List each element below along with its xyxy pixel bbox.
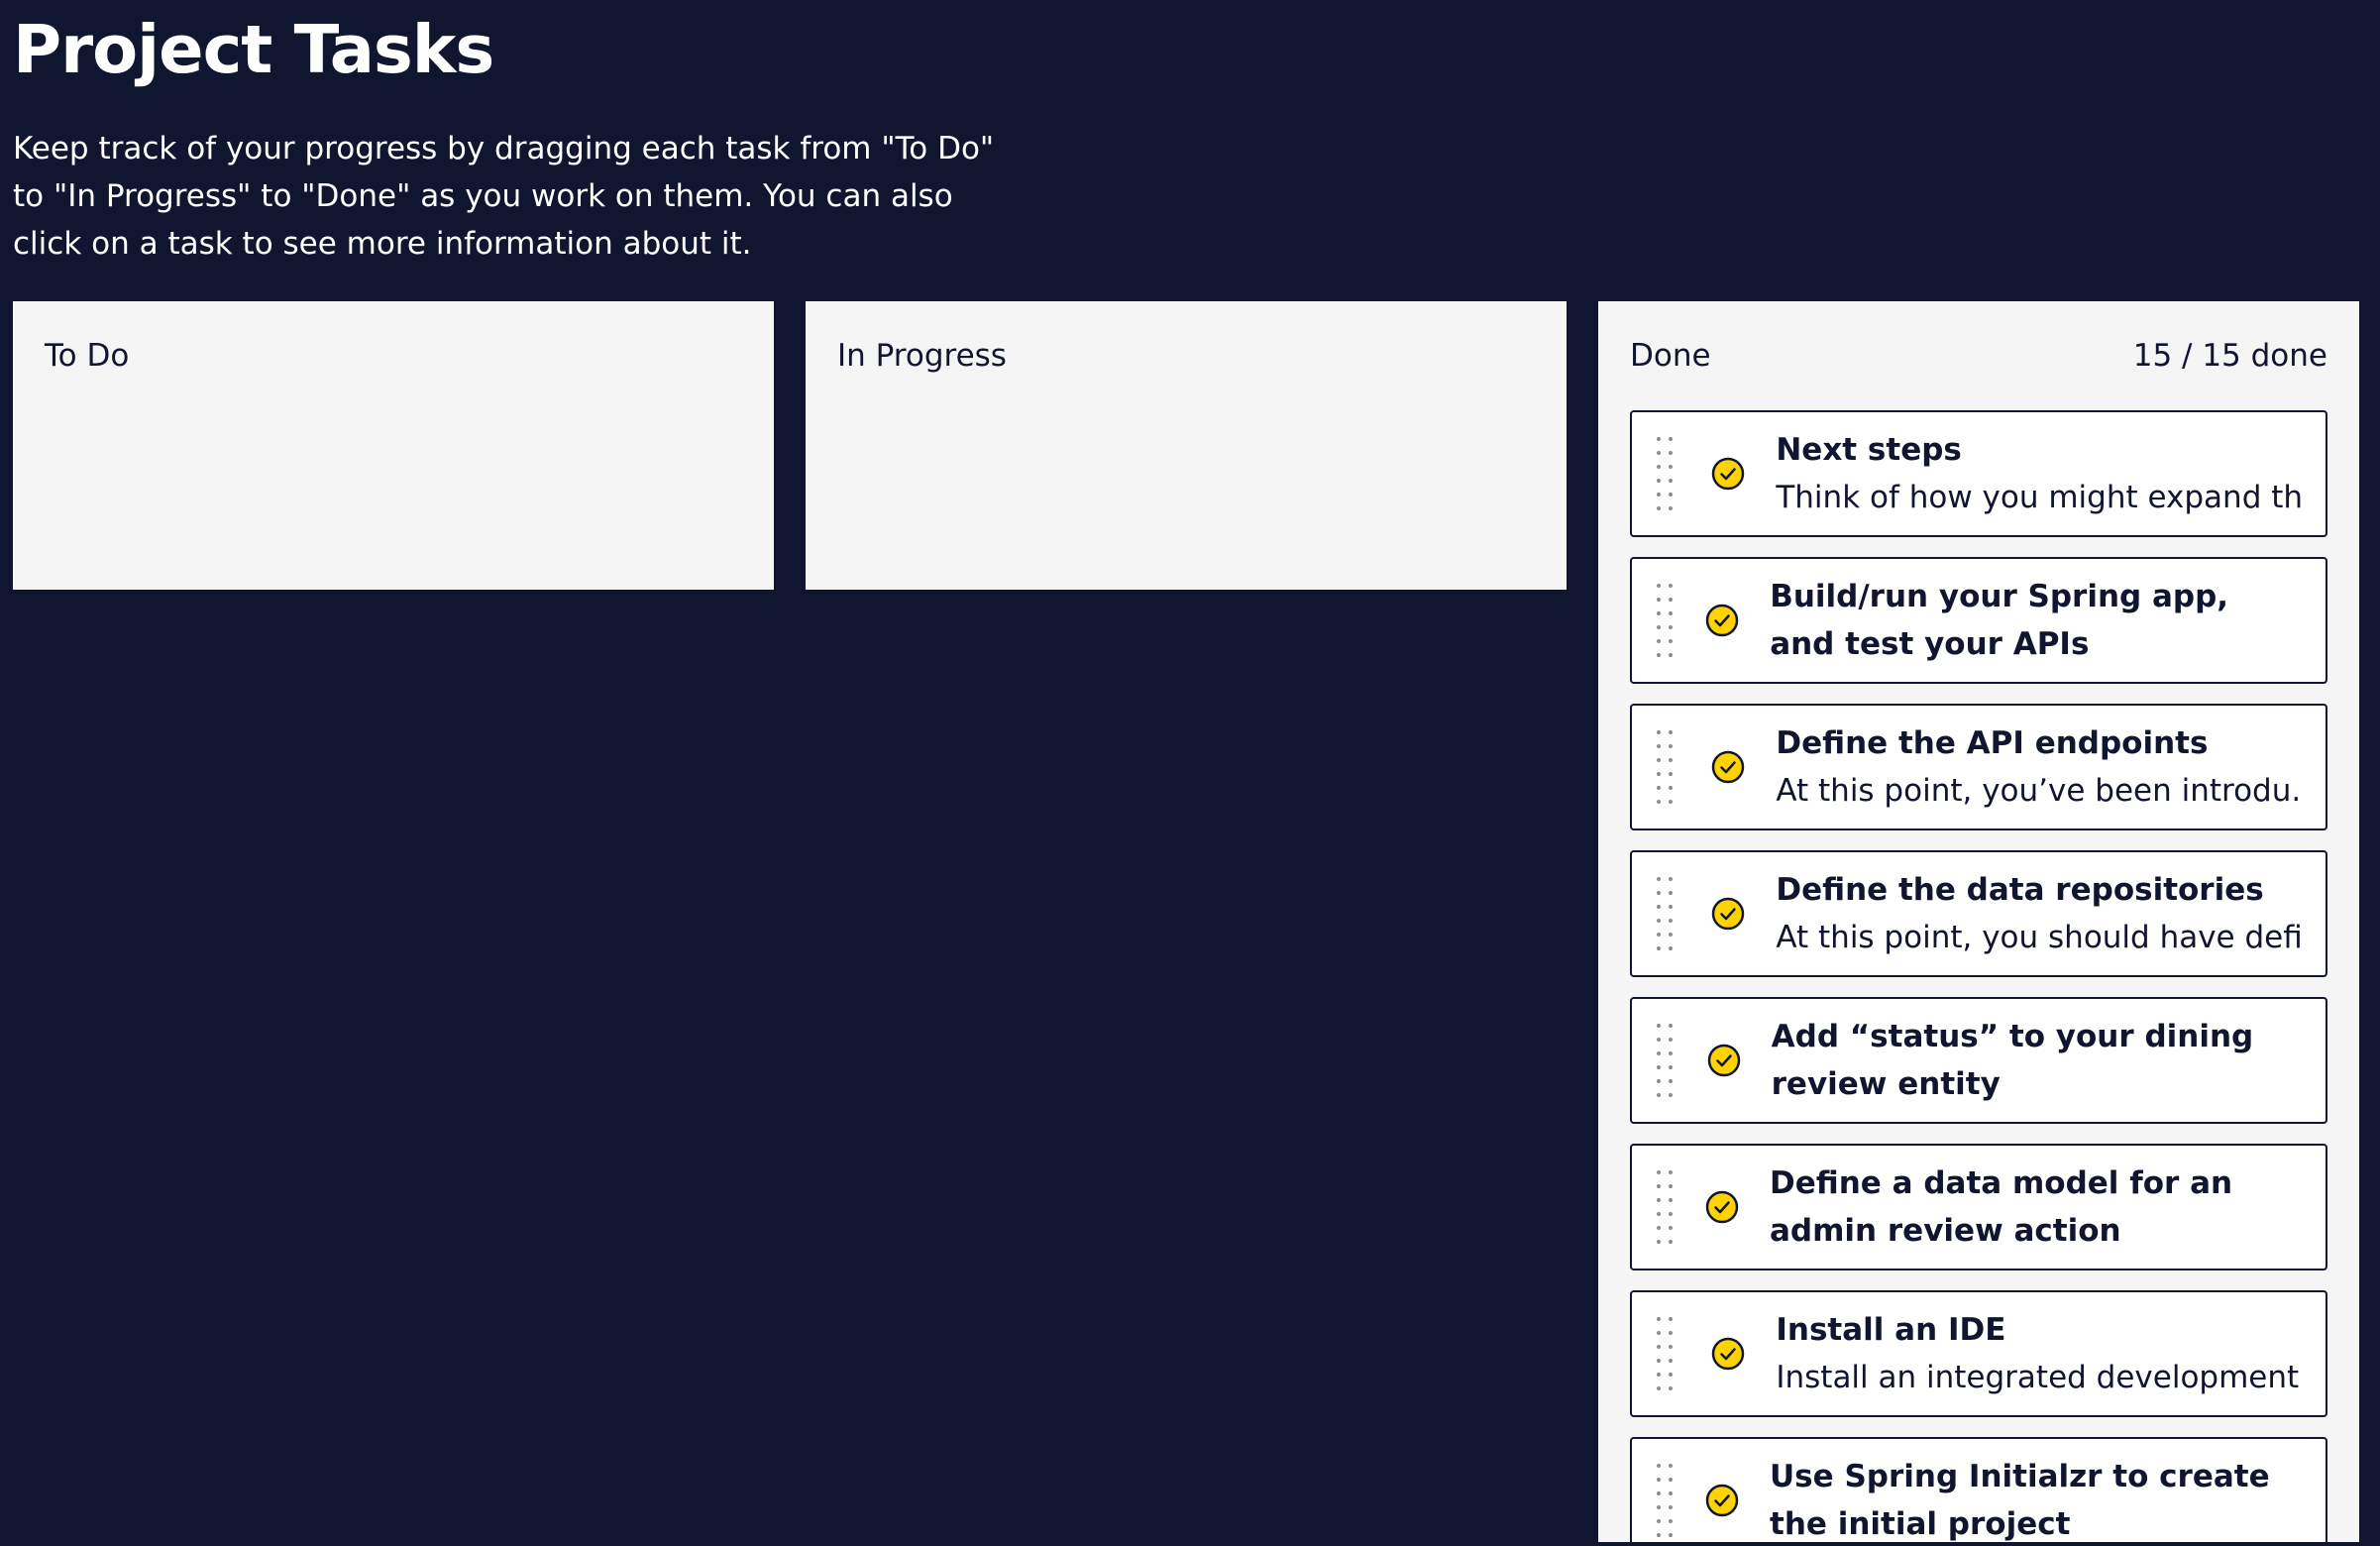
task-text: Next steps Think of how you might expand… [1776,426,2302,521]
column-done[interactable]: Done 15 / 15 done Next steps Think of ho… [1598,301,2359,1542]
column-title: To Do [45,338,130,374]
task-text: Build/run your Spring app, and test your… [1770,573,2302,668]
task-text: Use Spring Initialzr to create the initi… [1770,1453,2302,1542]
check-circle-icon [1705,604,1739,637]
column-title: Done [1630,338,1711,374]
done-count: 15 / 15 done [2132,338,2327,374]
task-card[interactable]: Next steps Think of how you might expand… [1630,410,2327,537]
check-circle-icon [1712,750,1745,784]
task-text: Define the data repositories At this poi… [1776,866,2302,961]
drag-handle-icon[interactable] [1657,584,1673,657]
intro-line: Keep track of your progress by dragging … [13,131,995,166]
task-card[interactable]: Use Spring Initialzr to create the initi… [1630,1437,2327,1542]
task-card[interactable]: Define the data repositories At this poi… [1630,850,2327,977]
check-circle-icon [1705,1484,1739,1517]
task-card[interactable]: Define the API endpoints At this point, … [1630,704,2327,830]
column-title: In Progress [837,338,1007,374]
task-title: Define the API endpoints [1776,725,2209,761]
drag-handle-icon[interactable] [1657,730,1678,804]
check-circle-icon [1712,897,1745,931]
drag-handle-icon[interactable] [1657,1317,1678,1390]
task-card[interactable]: Install an IDE Install an integrated dev… [1630,1290,2327,1417]
task-title: Define the data repositories [1776,872,2264,908]
task-text: Define a data model for an admin review … [1770,1160,2302,1255]
drag-handle-icon[interactable] [1657,877,1678,950]
task-title: Next steps [1776,432,1962,468]
task-text: Install an IDE Install an integrated dev… [1776,1306,2302,1401]
intro-text: Keep track of your progress by dragging … [13,125,995,268]
task-title: Define a data model for an admin review … [1770,1165,2233,1249]
page-title: Project Tasks [13,11,494,88]
check-circle-icon [1707,1044,1740,1077]
check-circle-icon [1705,1190,1739,1224]
task-title: Install an IDE [1776,1312,2006,1348]
intro-line: click on a task to see more information … [13,226,752,262]
task-description: Install an integrated development... [1776,1360,2302,1395]
column-header: Done 15 / 15 done [1598,301,2359,410]
task-title: Build/run your Spring app, and test your… [1770,579,2229,662]
task-card[interactable]: Add “status” to your dining review entit… [1630,997,2327,1124]
task-card[interactable]: Define a data model for an admin review … [1630,1144,2327,1270]
task-card[interactable]: Build/run your Spring app, and test your… [1630,557,2327,684]
task-description: At this point, you should have defi... [1776,920,2302,955]
task-description: Think of how you might expand th... [1776,480,2302,515]
task-text: Define the API endpoints At this point, … [1776,719,2302,815]
task-title: Use Spring Initialzr to create the initi… [1770,1459,2270,1542]
task-text: Add “status” to your dining review entit… [1772,1013,2302,1108]
intro-line: to "In Progress" to "Done" as you work o… [13,178,953,214]
check-circle-icon [1712,457,1745,491]
project-tasks-page: Project Tasks Keep track of your progres… [0,0,2380,1546]
column-to-do[interactable]: To Do [13,301,774,590]
task-description: At this point, you’ve been introdu... [1776,773,2302,809]
done-task-list: Next steps Think of how you might expand… [1598,410,2359,1542]
column-in-progress[interactable]: In Progress [806,301,1567,590]
drag-handle-icon[interactable] [1657,1170,1673,1244]
column-header: In Progress [806,301,1567,410]
drag-handle-icon[interactable] [1657,437,1678,510]
task-title: Add “status” to your dining review entit… [1771,1019,2254,1102]
drag-handle-icon[interactable] [1657,1024,1675,1097]
check-circle-icon [1712,1337,1745,1371]
column-header: To Do [13,301,774,410]
drag-handle-icon[interactable] [1657,1464,1673,1537]
